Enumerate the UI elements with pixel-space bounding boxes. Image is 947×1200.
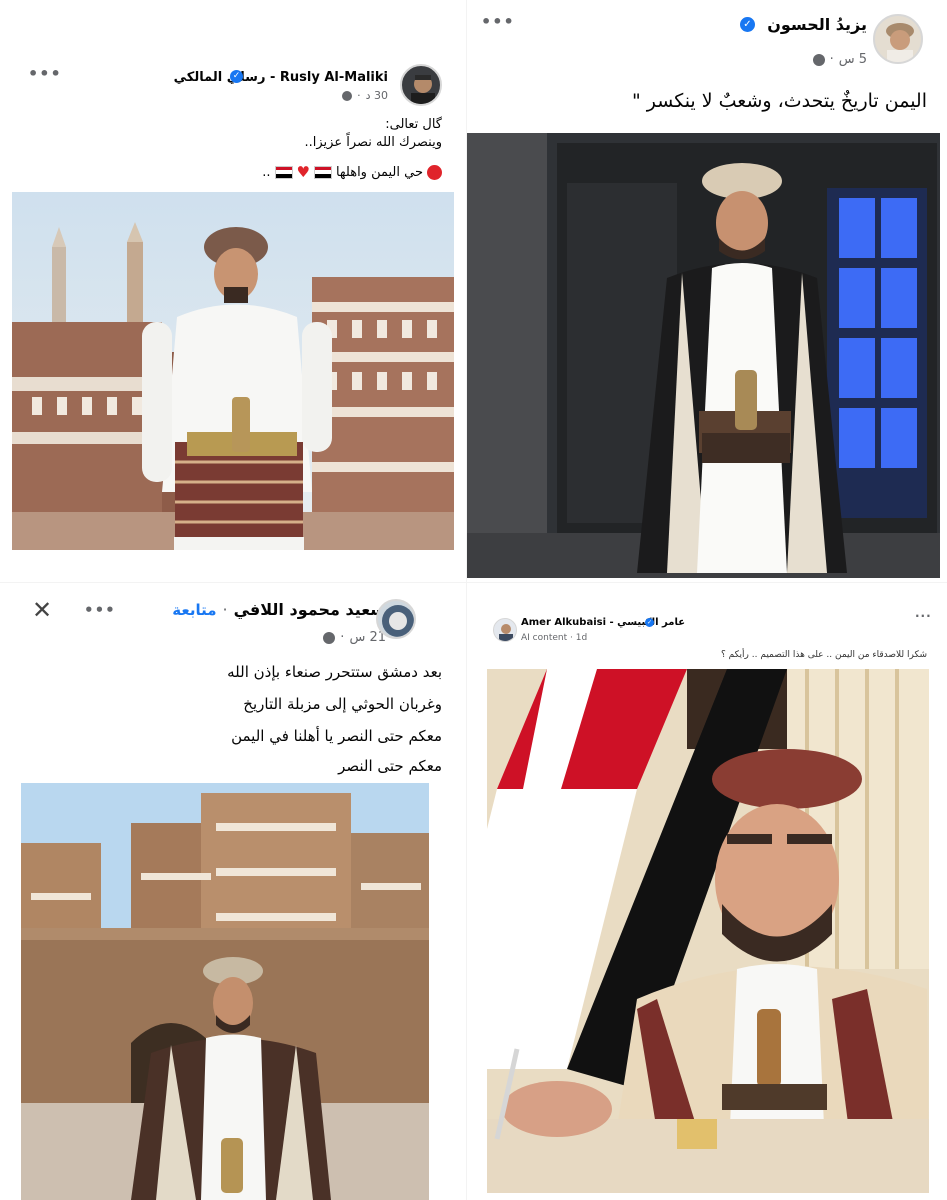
post-text-line: گال تعالى: [385,117,442,132]
verified-badge-icon: ✓ [645,618,654,627]
avatar[interactable] [493,618,517,642]
author-line: سعيد محمود اللافي · متابعة [172,600,386,619]
avatar[interactable] [873,14,923,64]
post-saeed: ✕ ••• سعيد محمود اللافي · متابعة 21 س · … [0,583,466,1200]
post-meta: 21 س · [323,630,386,645]
globe-icon [323,631,336,644]
close-icon[interactable]: ✕ [32,596,52,624]
red-circle-emoji [427,164,442,180]
post-text-line: معكم حتى النصر [338,757,442,775]
post-photo[interactable] [21,783,429,1200]
post-text: اليمن تاريخٌ يتحدث، وشعبٌ لا ينكسر " [631,90,927,112]
post-text-line: بعد دمشق ستتحرر صنعاء بإذن الله [227,663,442,681]
post-time[interactable]: 30 د [366,89,388,102]
yemen-flag-emoji [313,165,332,179]
more-options-icon[interactable]: ••• [28,64,62,83]
verified-badge-icon: ✓ [230,70,243,83]
post-meta: 5 س · [812,52,867,67]
more-options-icon[interactable]: ••• [84,601,116,619]
post-photo[interactable] [12,192,454,550]
follow-button[interactable]: متابعة [172,601,216,619]
author-name[interactable]: Amer Alkubaisi - عامر الكبيسي [521,617,685,628]
post-sub: AI content · 1d [521,633,588,643]
post-text-line: حي اليمن واهلها [335,164,423,180]
post-meta: 30 د · [342,89,388,102]
globe-icon [342,90,353,101]
more-options-icon[interactable]: ··· [915,609,932,623]
author-name[interactable]: يزيدُ الحسون [767,15,867,34]
post-text-line: وغربان الحوثي إلى مزبلة التاريخ [243,695,442,713]
globe-icon [812,53,825,66]
author-name[interactable]: Rusly Al-Maliki - رسلي المالكي [174,70,388,85]
post-photo[interactable] [487,669,929,1193]
post-text: شكرا للاصدقاء من اليمن .. على هذا التصمي… [720,650,927,660]
post-text-line: وينصرك الله نصراً عزيزا.. [304,135,443,150]
yemen-flag-emoji [274,165,293,179]
author-name[interactable]: سعيد محمود اللافي [234,600,386,619]
post-amer: ··· Amer Alkubaisi - عامر الكبيسي ✓ AI c… [467,583,947,1200]
post-time[interactable]: 5 س [839,52,867,67]
post-text-line: معكم حتى النصر يا أهلنا في اليمن [231,727,442,745]
avatar[interactable] [376,599,416,639]
post-yazid: ••• يزيدُ الحسون ✓ 5 س · اليمن تاريخٌ يت… [467,0,947,582]
post-rusly: ••• Rusly Al-Maliki - رسلي المالكي 30 د … [0,0,466,582]
avatar[interactable] [400,64,442,106]
post-text-emoji-line: حي اليمن واهلها ♥ .. [262,163,442,181]
heart-emoji: ♥ [296,163,310,181]
post-photo[interactable] [467,133,940,578]
verified-badge-icon: ✓ [740,17,755,32]
more-options-icon[interactable]: ••• [481,12,515,31]
